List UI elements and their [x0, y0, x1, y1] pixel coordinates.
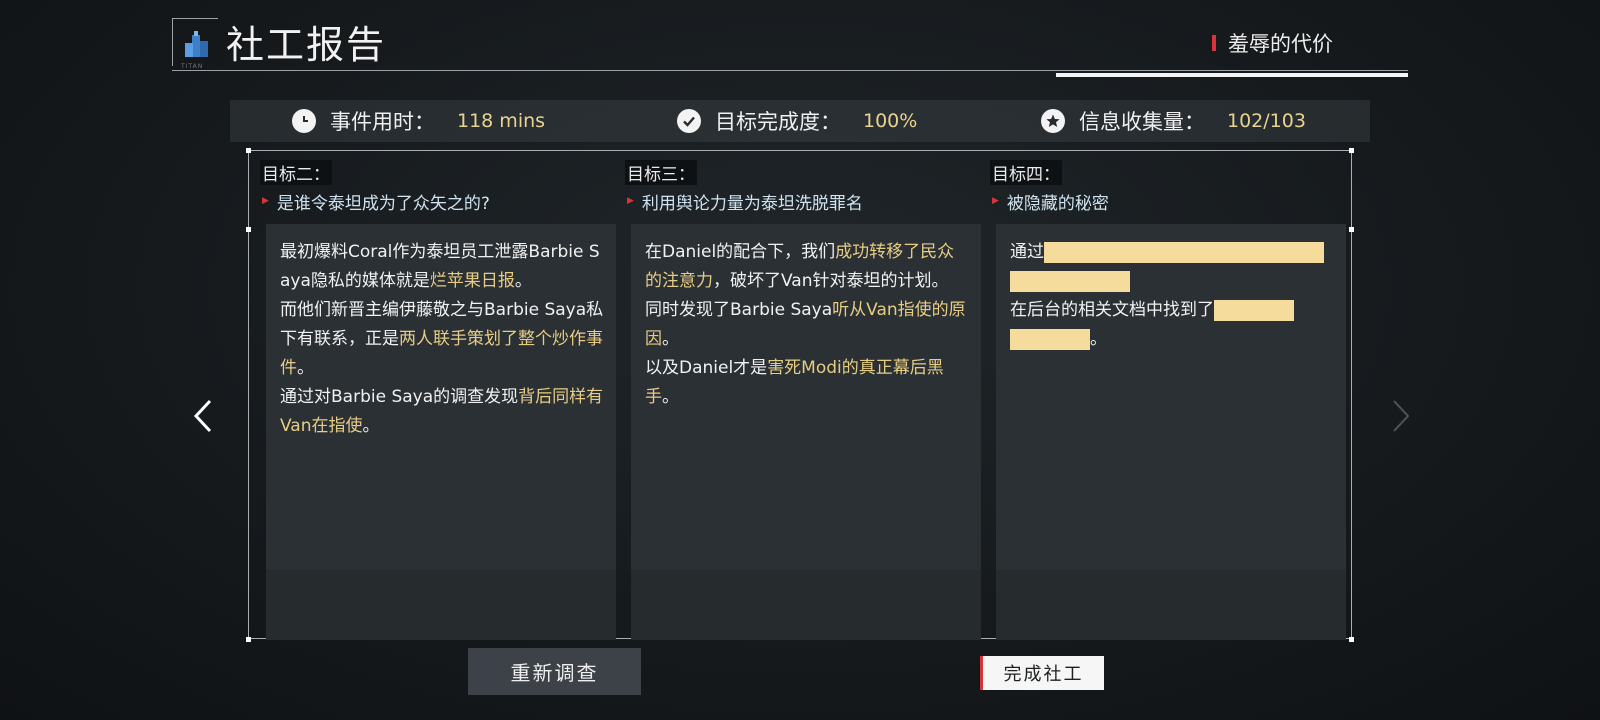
- frame-corner: [1349, 227, 1354, 232]
- stat-value: 100%: [863, 110, 918, 132]
- goal-title: 目标二：: [250, 158, 602, 186]
- goal-card[interactable]: 通过 在后台的相关文档中找到了 。: [996, 224, 1346, 640]
- star-circle-icon: [1041, 109, 1065, 133]
- goal-subtitle: ▶ 被隐藏的秘密: [980, 186, 1332, 216]
- chapter-marker: [1212, 35, 1216, 51]
- goal-subtitle-text: 是谁令泰坦成为了众矢之的?: [276, 193, 490, 214]
- chapter-title-text: 羞辱的代价: [1228, 32, 1333, 56]
- stat-completion: 目标完成度： 100%: [677, 100, 917, 142]
- logo-wordmark: TITAN: [181, 63, 204, 70]
- redacted-text: [1010, 270, 1130, 292]
- titan-logo: TITAN: [172, 18, 218, 70]
- header-divider: [172, 70, 1408, 71]
- goal-subtitle: ▶ 是谁令泰坦成为了众矢之的?: [250, 186, 602, 216]
- goal-paragraph: 通过对Barbie Saya的调查发现背后同样有Van在指使。: [280, 387, 604, 436]
- goal-card[interactable]: 最初爆料Coral作为泰坦员工泄露Barbie Saya隐私的媒体就是烂苹果日报…: [266, 224, 616, 640]
- stat-label: 目标完成度：: [715, 110, 841, 134]
- check-circle-icon: [677, 109, 701, 133]
- stat-label: 事件用时：: [330, 110, 435, 134]
- previous-page-arrow-icon[interactable]: [190, 398, 214, 441]
- goal-column: 目标三： ▶ 利用舆论力量为泰坦洗脱罪名 在Daniel的配合下，我们成功转移了…: [615, 158, 981, 640]
- goal-column: 目标四： ▶ 被隐藏的秘密 通过 在后台的相关文档中找到了 。: [980, 158, 1346, 640]
- goal-paragraph: 而他们新晋主编伊藤敬之与Barbie Saya私下有联系，正是两人联手策划了整个…: [280, 300, 604, 378]
- goal-subtitle: ▶ 利用舆论力量为泰坦洗脱罪名: [615, 186, 967, 216]
- highlight-text: 烂苹果日报: [429, 271, 515, 291]
- goal-paragraph: 通过: [1010, 238, 1334, 296]
- goal-column: 目标二： ▶ 是谁令泰坦成为了众矢之的? 最初爆料Coral作为泰坦员工泄露Ba…: [250, 158, 616, 640]
- chapter-title: 羞辱的代价: [1212, 28, 1333, 58]
- goal-paragraph: 在Daniel的配合下，我们成功转移了民众的注意力，破坏了Van针对泰坦的计划。: [645, 242, 955, 291]
- redacted-text: [1010, 328, 1090, 350]
- frame-corner: [1349, 637, 1354, 642]
- stat-value: 102/103: [1227, 110, 1306, 132]
- stats-bar: 事件用时： 118 mins 目标完成度： 100% 信息收集量： 102/10…: [230, 100, 1370, 142]
- goal-paragraph: 在后台的相关文档中找到了 。: [1010, 296, 1334, 354]
- frame-corner: [246, 148, 251, 153]
- bullet-triangle-icon: ▶: [262, 196, 269, 206]
- stat-time: 事件用时： 118 mins: [292, 100, 545, 142]
- bullet-triangle-icon: ▶: [992, 196, 999, 206]
- titan-logo-icon: [185, 31, 208, 57]
- goal-paragraph: 最初爆料Coral作为泰坦员工泄露Barbie Saya隐私的媒体就是烂苹果日报…: [280, 242, 600, 291]
- stat-info-collected: 信息收集量： 102/103: [1041, 100, 1306, 142]
- goal-subtitle-text: 被隐藏的秘密: [1006, 193, 1109, 214]
- goal-paragraph: 以及Daniel才是害死Modi的真正幕后黑手。: [645, 358, 944, 407]
- frame-corner: [1349, 148, 1354, 153]
- goal-paragraph: 同时发现了Barbie Saya听从Van指使的原因。: [645, 300, 966, 349]
- clock-icon: [292, 109, 316, 133]
- report-screen: TITAN 社工报告 羞辱的代价 事件用时： 118 mins 目标完成度： 1…: [0, 0, 1600, 720]
- goal-card[interactable]: 在Daniel的配合下，我们成功转移了民众的注意力，破坏了Van针对泰坦的计划。…: [631, 224, 981, 640]
- stat-value: 118 mins: [457, 110, 546, 132]
- bullet-triangle-icon: ▶: [627, 196, 634, 206]
- goal-title: 目标四：: [980, 158, 1332, 186]
- stat-label: 信息收集量：: [1079, 110, 1205, 134]
- goal-title: 目标三：: [615, 158, 967, 186]
- next-page-arrow-icon[interactable]: [1390, 398, 1414, 441]
- header-accent-bar: [1056, 73, 1408, 77]
- goal-subtitle-text: 利用舆论力量为泰坦洗脱罪名: [641, 193, 863, 214]
- reinvestigate-button[interactable]: 重新调查: [468, 648, 641, 695]
- redacted-text: [1044, 241, 1324, 263]
- page-title: 社工报告: [226, 23, 387, 67]
- redacted-text: [1214, 299, 1294, 321]
- complete-button[interactable]: 完成社工: [980, 656, 1104, 690]
